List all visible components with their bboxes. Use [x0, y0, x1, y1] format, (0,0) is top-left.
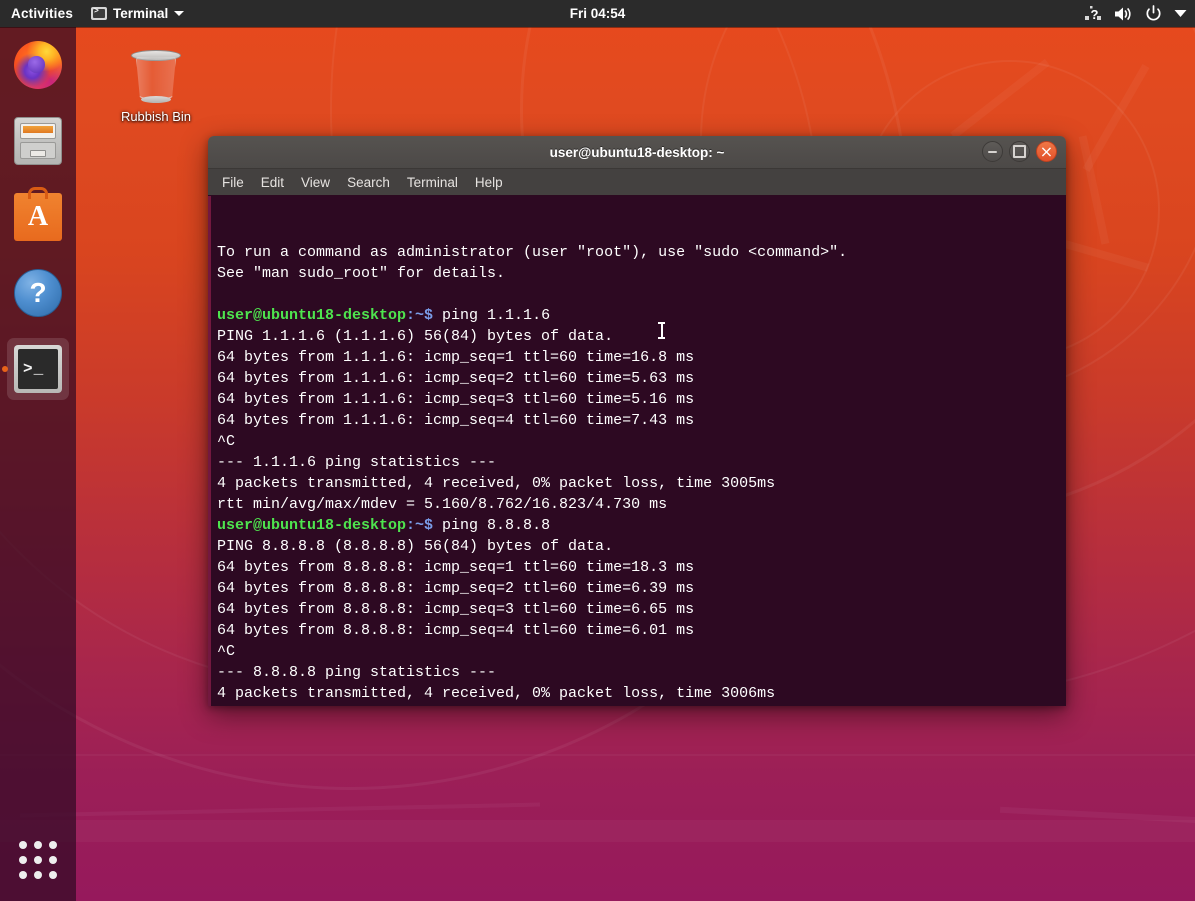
- terminal-icon: >: [14, 345, 62, 393]
- help-glyph: ?: [15, 276, 61, 310]
- files-icon: [14, 117, 62, 165]
- system-tray: ?: [1085, 5, 1187, 22]
- dock-running-indicator: [2, 366, 8, 372]
- menu-item-file[interactable]: File: [222, 175, 244, 190]
- chevron-down-icon[interactable]: [1174, 9, 1187, 18]
- terminal-command: ping 1.1.1.6: [433, 307, 550, 324]
- terminal-line: 64 bytes from 8.8.8.8: icmp_seq=2 ttl=60…: [217, 578, 1060, 599]
- window-title: user@ubuntu18-desktop: ~: [550, 145, 725, 160]
- dock-item-help[interactable]: ?: [0, 255, 76, 331]
- terminal-line: 4 packets transmitted, 4 received, 0% pa…: [217, 473, 1060, 494]
- close-button[interactable]: [1036, 141, 1057, 162]
- terminal-line: To run a command as administrator (user …: [217, 242, 1060, 263]
- minimize-button[interactable]: [982, 141, 1003, 162]
- terminal-line: --- 1.1.1.6 ping statistics ---: [217, 452, 1060, 473]
- volume-icon[interactable]: [1114, 6, 1133, 22]
- terminal-output[interactable]: To run a command as administrator (user …: [208, 196, 1066, 706]
- terminal-icon: [91, 7, 107, 20]
- wallpaper-band: [0, 820, 1195, 842]
- terminal-line: PING 8.8.8.8 (8.8.8.8) 56(84) bytes of d…: [217, 536, 1060, 557]
- grid-icon: [19, 841, 57, 879]
- software-letter: A: [14, 202, 62, 232]
- wallpaper-band: [0, 754, 1195, 756]
- terminal-line: ^C: [217, 431, 1060, 452]
- dock-item-files[interactable]: [0, 103, 76, 179]
- terminal-line: 4 packets transmitted, 4 received, 0% pa…: [217, 683, 1060, 704]
- terminal-command: ping 8.8.8.8: [433, 517, 550, 534]
- activities-button[interactable]: Activities: [0, 6, 85, 21]
- menu-item-help[interactable]: Help: [475, 175, 503, 190]
- terminal-line: 64 bytes from 8.8.8.8: icmp_seq=3 ttl=60…: [217, 599, 1060, 620]
- terminal-line: PING 1.1.1.6 (1.1.1.6) 56(84) bytes of d…: [217, 326, 1060, 347]
- menu-item-search[interactable]: Search: [347, 175, 390, 190]
- terminal-prompt-path: :~$: [406, 517, 433, 534]
- terminal-line: 64 bytes from 1.1.1.6: icmp_seq=4 ttl=60…: [217, 410, 1060, 431]
- terminal-prompt-path: :~$: [406, 307, 433, 324]
- terminal-line: user@ubuntu18-desktop:~$ ping 8.8.8.8: [217, 515, 1060, 536]
- terminal-line: user@ubuntu18-desktop:~$ ping 1.1.1.6: [217, 305, 1060, 326]
- terminal-line: ^C: [217, 641, 1060, 662]
- terminal-line: rtt min/avg/max/mdev = 5.160/8.762/16.82…: [217, 494, 1060, 515]
- dock-item-firefox[interactable]: [0, 27, 76, 103]
- dock-item-software[interactable]: A: [0, 179, 76, 255]
- ubuntu-software-icon: A: [14, 193, 62, 241]
- window-controls: [982, 141, 1057, 162]
- terminal-window: user@ubuntu18-desktop: ~ File Edit View …: [208, 136, 1066, 706]
- help-icon: ?: [14, 269, 62, 317]
- window-titlebar[interactable]: user@ubuntu18-desktop: ~: [208, 136, 1066, 169]
- menu-item-terminal[interactable]: Terminal: [407, 175, 458, 190]
- terminal-prompt-user: user@ubuntu18-desktop: [217, 517, 406, 534]
- desktop-icon-rubbish-bin[interactable]: Rubbish Bin: [110, 44, 202, 124]
- terminal-line: See "man sudo_root" for details.: [217, 263, 1060, 284]
- firefox-icon: [14, 41, 62, 89]
- terminal-line: 64 bytes from 8.8.8.8: icmp_seq=1 ttl=60…: [217, 557, 1060, 578]
- terminal-line: 64 bytes from 1.1.1.6: icmp_seq=1 ttl=60…: [217, 347, 1060, 368]
- network-unknown-icon[interactable]: ?: [1085, 6, 1102, 21]
- menu-item-view[interactable]: View: [301, 175, 330, 190]
- dock: A ? >: [0, 27, 76, 901]
- terminal-lines: To run a command as administrator (user …: [217, 242, 1060, 706]
- chevron-down-icon: [174, 11, 184, 16]
- rubbish-bin-icon: [130, 44, 182, 106]
- show-applications-button[interactable]: [0, 825, 76, 895]
- desktop-icon-label: Rubbish Bin: [110, 109, 202, 124]
- menu-item-edit[interactable]: Edit: [261, 175, 284, 190]
- app-menu-label: Terminal: [113, 6, 168, 21]
- terminal-line: 64 bytes from 1.1.1.6: icmp_seq=3 ttl=60…: [217, 389, 1060, 410]
- app-menu-terminal[interactable]: Terminal: [85, 6, 190, 21]
- dock-item-terminal[interactable]: >: [0, 331, 76, 407]
- terminal-line: 64 bytes from 8.8.8.8: icmp_seq=4 ttl=60…: [217, 620, 1060, 641]
- wallpaper-polygon: [20, 803, 540, 818]
- terminal-prompt-user: user@ubuntu18-desktop: [217, 307, 406, 324]
- maximize-button[interactable]: [1009, 141, 1030, 162]
- power-icon[interactable]: [1145, 5, 1162, 22]
- top-bar: Activities Terminal Fri 04:54 ?: [0, 0, 1195, 27]
- menu-bar: File Edit View Search Terminal Help: [208, 169, 1066, 196]
- terminal-line: 64 bytes from 1.1.1.6: icmp_seq=2 ttl=60…: [217, 368, 1060, 389]
- terminal-line: --- 8.8.8.8 ping statistics ---: [217, 662, 1060, 683]
- svg-text:?: ?: [1091, 7, 1099, 21]
- terminal-line: [217, 284, 1060, 305]
- terminal-line: rtt min/avg/max/mdev = 6.014/9.354/18.35…: [217, 704, 1060, 706]
